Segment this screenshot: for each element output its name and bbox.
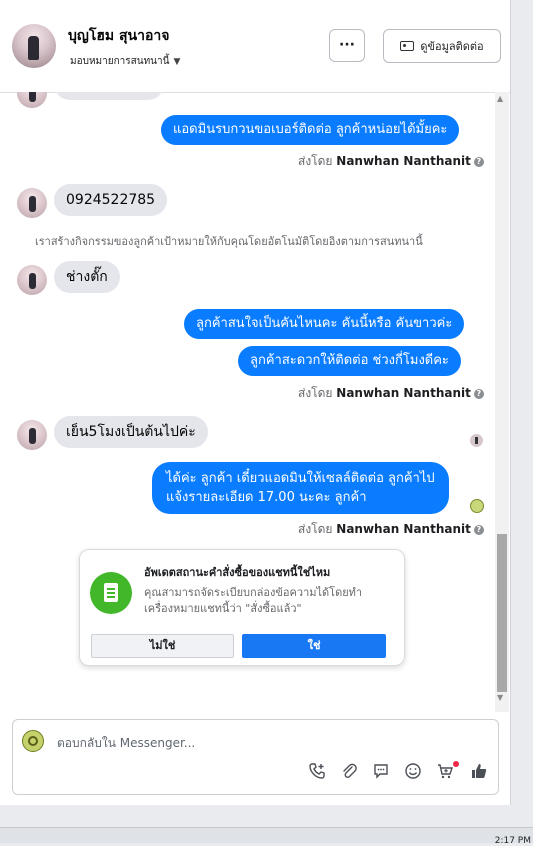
sent-by-prefix: ส่งโดย bbox=[298, 154, 333, 168]
message-line: ได้ค่ะ ลูกค้า เดี๋ยวแอดมินให้เซลล์ติดต่อ… bbox=[166, 471, 435, 486]
page-avatar bbox=[22, 730, 44, 752]
contact-card-icon bbox=[400, 41, 415, 51]
no-button[interactable]: ไม่ใช่ bbox=[91, 634, 234, 658]
contact-avatar-small bbox=[17, 92, 47, 108]
message-outgoing-multiline: ได้ค่ะ ลูกค้า เดี๋ยวแอดมินให้เซลล์ติดต่อ… bbox=[152, 462, 449, 514]
reply-composer[interactable]: ตอบกลับใน Messenger... bbox=[12, 719, 499, 795]
assign-dropdown[interactable]: มอบหมายการสนทนานี้ ▼ bbox=[70, 54, 180, 69]
call-add-icon[interactable] bbox=[306, 762, 328, 784]
question-icon[interactable]: ? bbox=[473, 525, 484, 535]
order-receipt-icon bbox=[90, 572, 132, 614]
taskbar-clock: 2:17 PM bbox=[494, 836, 531, 846]
sender-name: Nanwhan Nanthanit bbox=[336, 386, 471, 400]
sender-name: Nanwhan Nanthanit bbox=[336, 522, 471, 536]
saved-reply-icon[interactable] bbox=[370, 762, 392, 784]
reply-input[interactable]: ตอบกลับใน Messenger... bbox=[57, 734, 195, 753]
scroll-down-arrow-icon[interactable]: ▼ bbox=[497, 693, 503, 702]
sent-by-label: ส่งโดย Nanwhan Nanthanit? bbox=[298, 520, 484, 539]
sender-name: Nanwhan Nanthanit bbox=[336, 154, 471, 168]
more-options-button[interactable]: ··· bbox=[329, 29, 365, 62]
notification-dot bbox=[453, 761, 459, 767]
order-card-description: คุณสามารถจัดระเบียบกล่องข้อความได้โดยทำเ… bbox=[144, 586, 363, 615]
message-outgoing: แอดมินรบกวนขอเบอร์ติดต่อ ลูกค้าหน่อยได้ม… bbox=[161, 115, 460, 145]
sent-by-prefix: ส่งโดย bbox=[298, 386, 333, 400]
scroll-up-arrow-icon[interactable]: ▲ bbox=[497, 94, 503, 103]
question-icon[interactable]: ? bbox=[473, 389, 484, 399]
contact-avatar[interactable] bbox=[12, 24, 56, 68]
question-icon[interactable]: ? bbox=[473, 157, 484, 167]
contact-avatar-small bbox=[17, 188, 47, 218]
contact-info-label: ดูข้อมูลติดต่อ bbox=[420, 40, 484, 53]
emoji-icon[interactable] bbox=[402, 762, 424, 784]
assign-label: มอบหมายการสนทนานี้ bbox=[70, 56, 170, 67]
sent-by-label: ส่งโดย Nanwhan Nanthanit? bbox=[298, 384, 484, 403]
message-incoming: 0924522785 bbox=[54, 184, 168, 216]
message-thread: แอดมินรบกวนขอเบอร์ติดต่อ ลูกค้าหน่อยได้ม… bbox=[0, 92, 495, 712]
contact-info-button[interactable]: ดูข้อมูลติดต่อ bbox=[383, 29, 501, 63]
message-incoming: เย็น5โมงเป็นต้นไปค่ะ bbox=[54, 416, 208, 448]
scrollbar-thumb[interactable] bbox=[497, 534, 507, 692]
sent-by-label: ส่งโดย Nanwhan Nanthanit? bbox=[298, 152, 484, 171]
seen-indicator bbox=[470, 499, 484, 513]
message-incoming: ช่างตั๊ก bbox=[54, 261, 120, 293]
message-incoming-partial bbox=[54, 92, 164, 100]
message-outgoing: ลูกค้าสนใจเป็นคันไหนคะ คันนี้หรือ คันขาว… bbox=[184, 309, 465, 339]
system-note: เราสร้างกิจกรรมของลูกค้าเป้าหมายให้กับคุ… bbox=[35, 235, 423, 248]
sent-by-prefix: ส่งโดย bbox=[298, 522, 333, 536]
order-card-title: อัพเดตสถานะคำสั่งซื้อของแชทนี้ใช่ไหม bbox=[144, 566, 331, 579]
message-outgoing: ลูกค้าสะดวกให้ติดต่อ ช่วงกี่โมงดีคะ bbox=[238, 346, 461, 376]
message-line: แจ้งรายละเอียด 17.00 นะคะ ลูกค้า bbox=[166, 490, 367, 505]
order-status-card: อัพเดตสถานะคำสั่งซื้อของแชทนี้ใช่ไหม คุณ… bbox=[79, 549, 405, 666]
conversation-header: บุญโฮม สุนาอาจ มอบหมายการสนทนานี้ ▼ ··· ด… bbox=[0, 0, 510, 93]
yes-button[interactable]: ใช่ bbox=[242, 634, 386, 658]
taskbar bbox=[0, 827, 533, 843]
contact-avatar-small bbox=[17, 420, 47, 450]
contact-avatar-small bbox=[17, 265, 47, 295]
thumbs-up-icon[interactable] bbox=[468, 762, 490, 784]
conversation-panel: บุญโฮม สุนาอาจ มอบหมายการสนทนานี้ ▼ ··· ด… bbox=[0, 0, 511, 805]
chevron-down-icon: ▼ bbox=[173, 57, 181, 67]
contact-name[interactable]: บุญโฮม สุนาอาจ bbox=[68, 25, 169, 47]
attachment-icon[interactable] bbox=[338, 762, 360, 784]
seen-indicator bbox=[470, 434, 483, 447]
